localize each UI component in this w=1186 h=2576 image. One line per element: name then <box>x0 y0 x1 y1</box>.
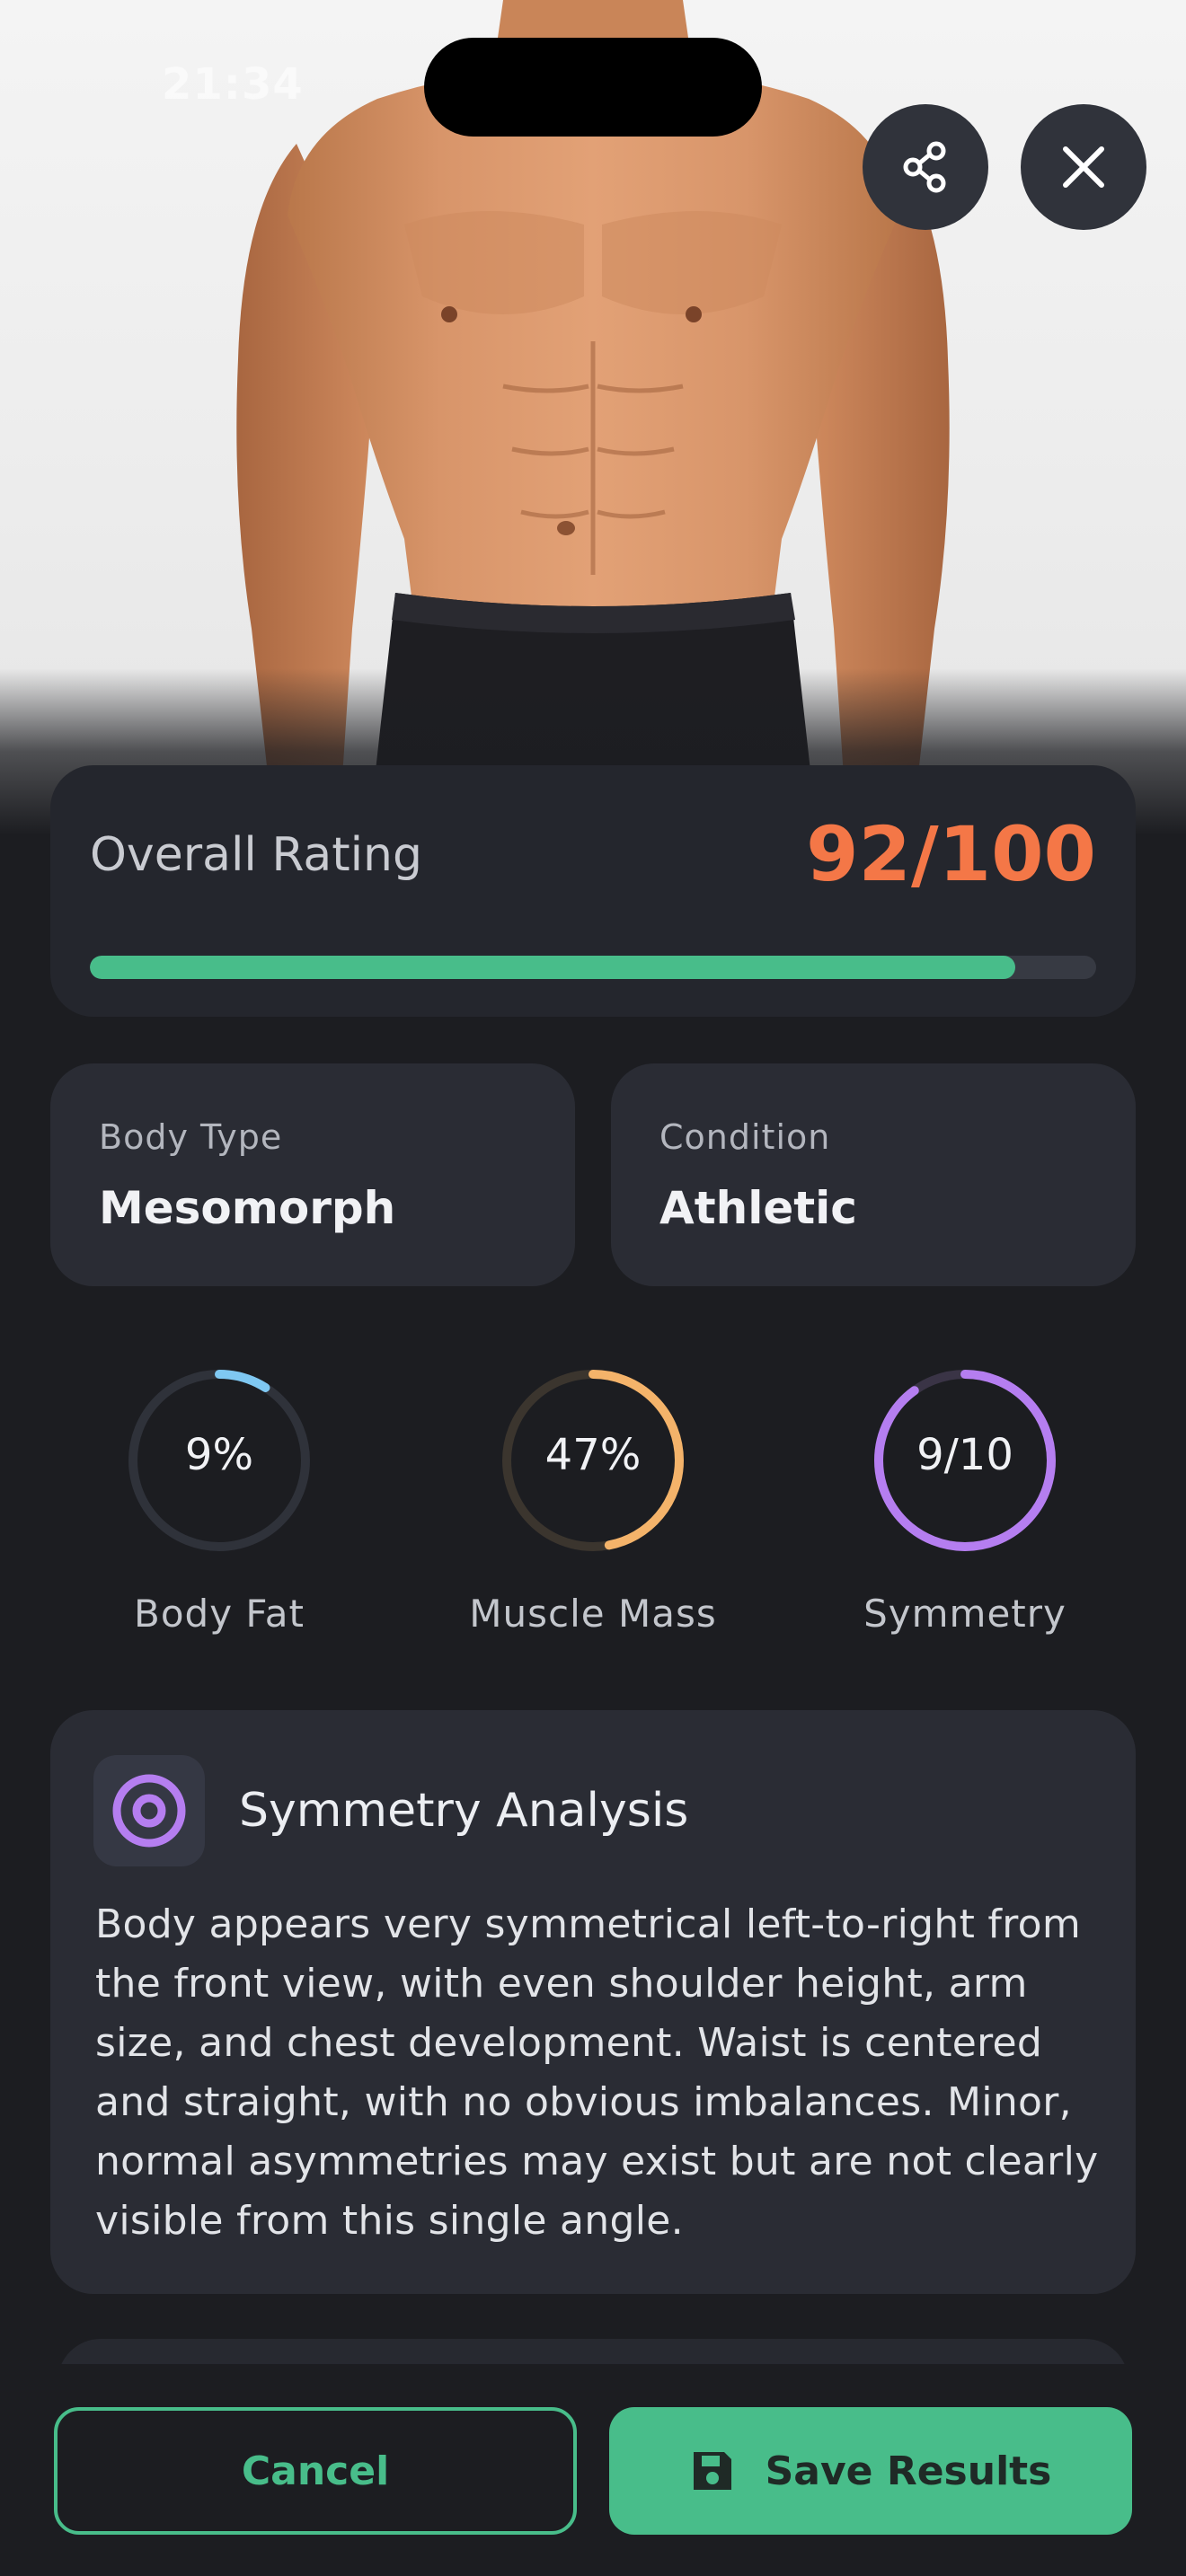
save-icon <box>690 2448 735 2493</box>
save-results-label: Save Results <box>765 2448 1052 2494</box>
symmetry-metric: 9/10 Symmetry <box>794 1365 1136 1644</box>
condition-label: Condition <box>659 1117 831 1157</box>
symmetry-value: 9/10 <box>916 1430 1013 1480</box>
muscle-mass-label: Muscle Mass <box>469 1592 717 1636</box>
symmetry-analysis-title: Symmetry Analysis <box>239 1784 689 1838</box>
muscle-mass-metric: 47% Muscle Mass <box>422 1365 764 1644</box>
body-fat-value: 9% <box>184 1430 254 1480</box>
status-bar-time: 21:34 <box>162 59 304 110</box>
cancel-button-label: Cancel <box>241 2448 390 2494</box>
overall-rating-value: 92/100 <box>806 810 1096 898</box>
body-type-card: Body Type Mesomorph <box>50 1063 575 1286</box>
body-type-label: Body Type <box>99 1117 283 1157</box>
save-results-button[interactable]: Save Results <box>609 2407 1132 2535</box>
condition-card: Condition Athletic <box>611 1063 1136 1286</box>
bottom-action-bar: Cancel Save Results <box>0 2364 1186 2576</box>
overall-rating-card: Overall Rating 92/100 <box>50 765 1136 1017</box>
close-icon <box>1063 146 1104 188</box>
overall-rating-bar <box>90 956 1096 979</box>
condition-value: Athletic <box>659 1182 857 1234</box>
symmetry-analysis-card: Symmetry Analysis Body appears very symm… <box>50 1710 1136 2294</box>
target-icon <box>112 1774 186 1848</box>
close-button[interactable] <box>1021 104 1146 230</box>
symmetry-label: Symmetry <box>863 1592 1067 1636</box>
body-fat-label: Body Fat <box>134 1592 305 1636</box>
share-icon <box>903 141 946 193</box>
body-type-value: Mesomorph <box>99 1182 396 1234</box>
symmetry-analysis-icon-box <box>93 1755 205 1866</box>
cancel-button[interactable]: Cancel <box>54 2407 577 2535</box>
dynamic-island <box>424 38 762 137</box>
muscle-mass-value: 47% <box>544 1430 642 1480</box>
symmetry-analysis-text: Body appears very symmetrical left-to-ri… <box>95 1901 1099 2244</box>
share-button[interactable] <box>863 104 988 230</box>
overall-rating-bar-fill <box>90 956 1016 979</box>
overall-rating-label: Overall Rating <box>90 828 423 882</box>
body-fat-metric: 9% Body Fat <box>49 1365 390 1644</box>
